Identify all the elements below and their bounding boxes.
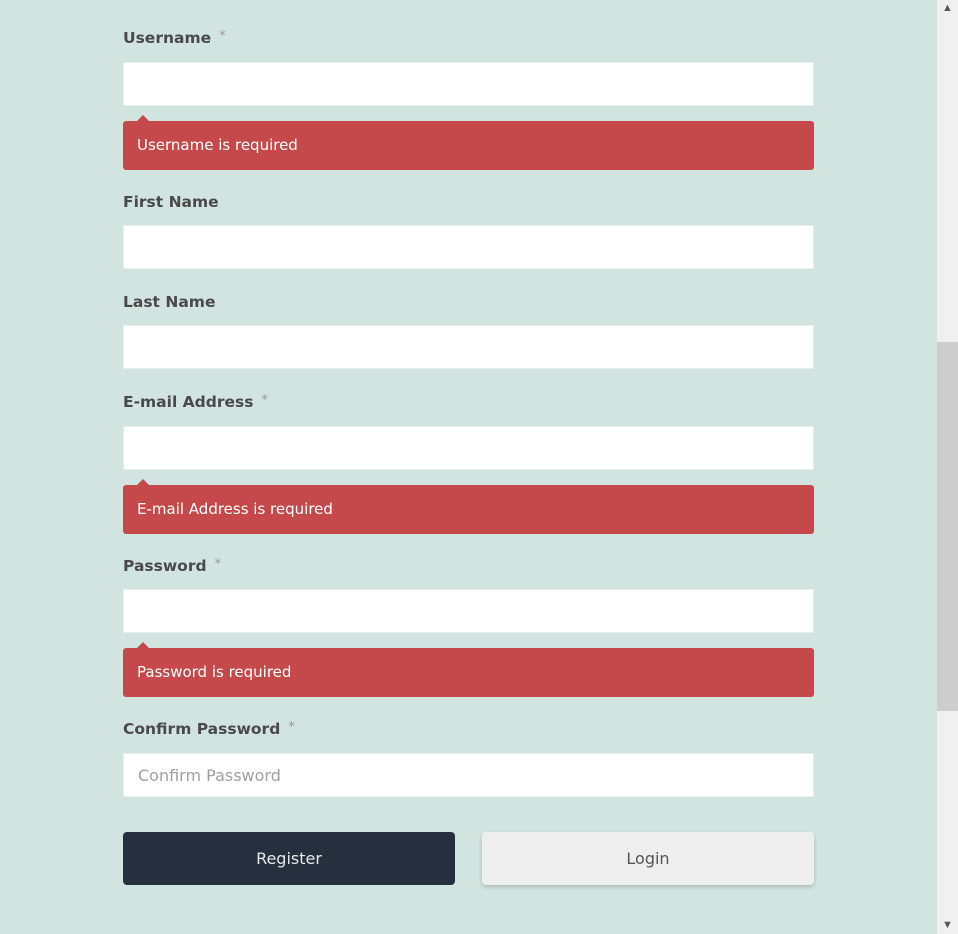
password-error: Password is required (123, 642, 814, 697)
confirm-password-input[interactable] (123, 753, 814, 797)
password-label: Password * (123, 557, 222, 575)
first-name-input[interactable] (123, 225, 814, 269)
username-label: Username * (123, 29, 226, 47)
last-name-label: Last Name (123, 293, 216, 311)
scroll-down-icon[interactable]: ▼ (937, 917, 958, 934)
required-asterisk: * (261, 393, 268, 408)
username-input[interactable] (123, 62, 814, 106)
required-asterisk: * (219, 29, 226, 44)
first-name-label: First Name (123, 193, 219, 211)
scroll-up-icon[interactable]: ▲ (937, 0, 958, 17)
required-asterisk: * (288, 720, 295, 735)
username-error: Username is required (123, 115, 814, 170)
required-asterisk: * (214, 557, 222, 572)
password-input[interactable] (123, 589, 814, 633)
email-input[interactable] (123, 426, 814, 470)
login-button[interactable]: Login (482, 832, 814, 885)
scrollbar-thumb[interactable] (937, 342, 958, 711)
email-error: E-mail Address is required (123, 479, 814, 534)
register-button[interactable]: Register (123, 832, 455, 885)
email-label: E-mail Address * (123, 393, 268, 411)
last-name-input[interactable] (123, 325, 814, 369)
vertical-scrollbar[interactable]: ▲ ▼ (937, 0, 958, 934)
confirm-password-label: Confirm Password * (123, 720, 295, 738)
